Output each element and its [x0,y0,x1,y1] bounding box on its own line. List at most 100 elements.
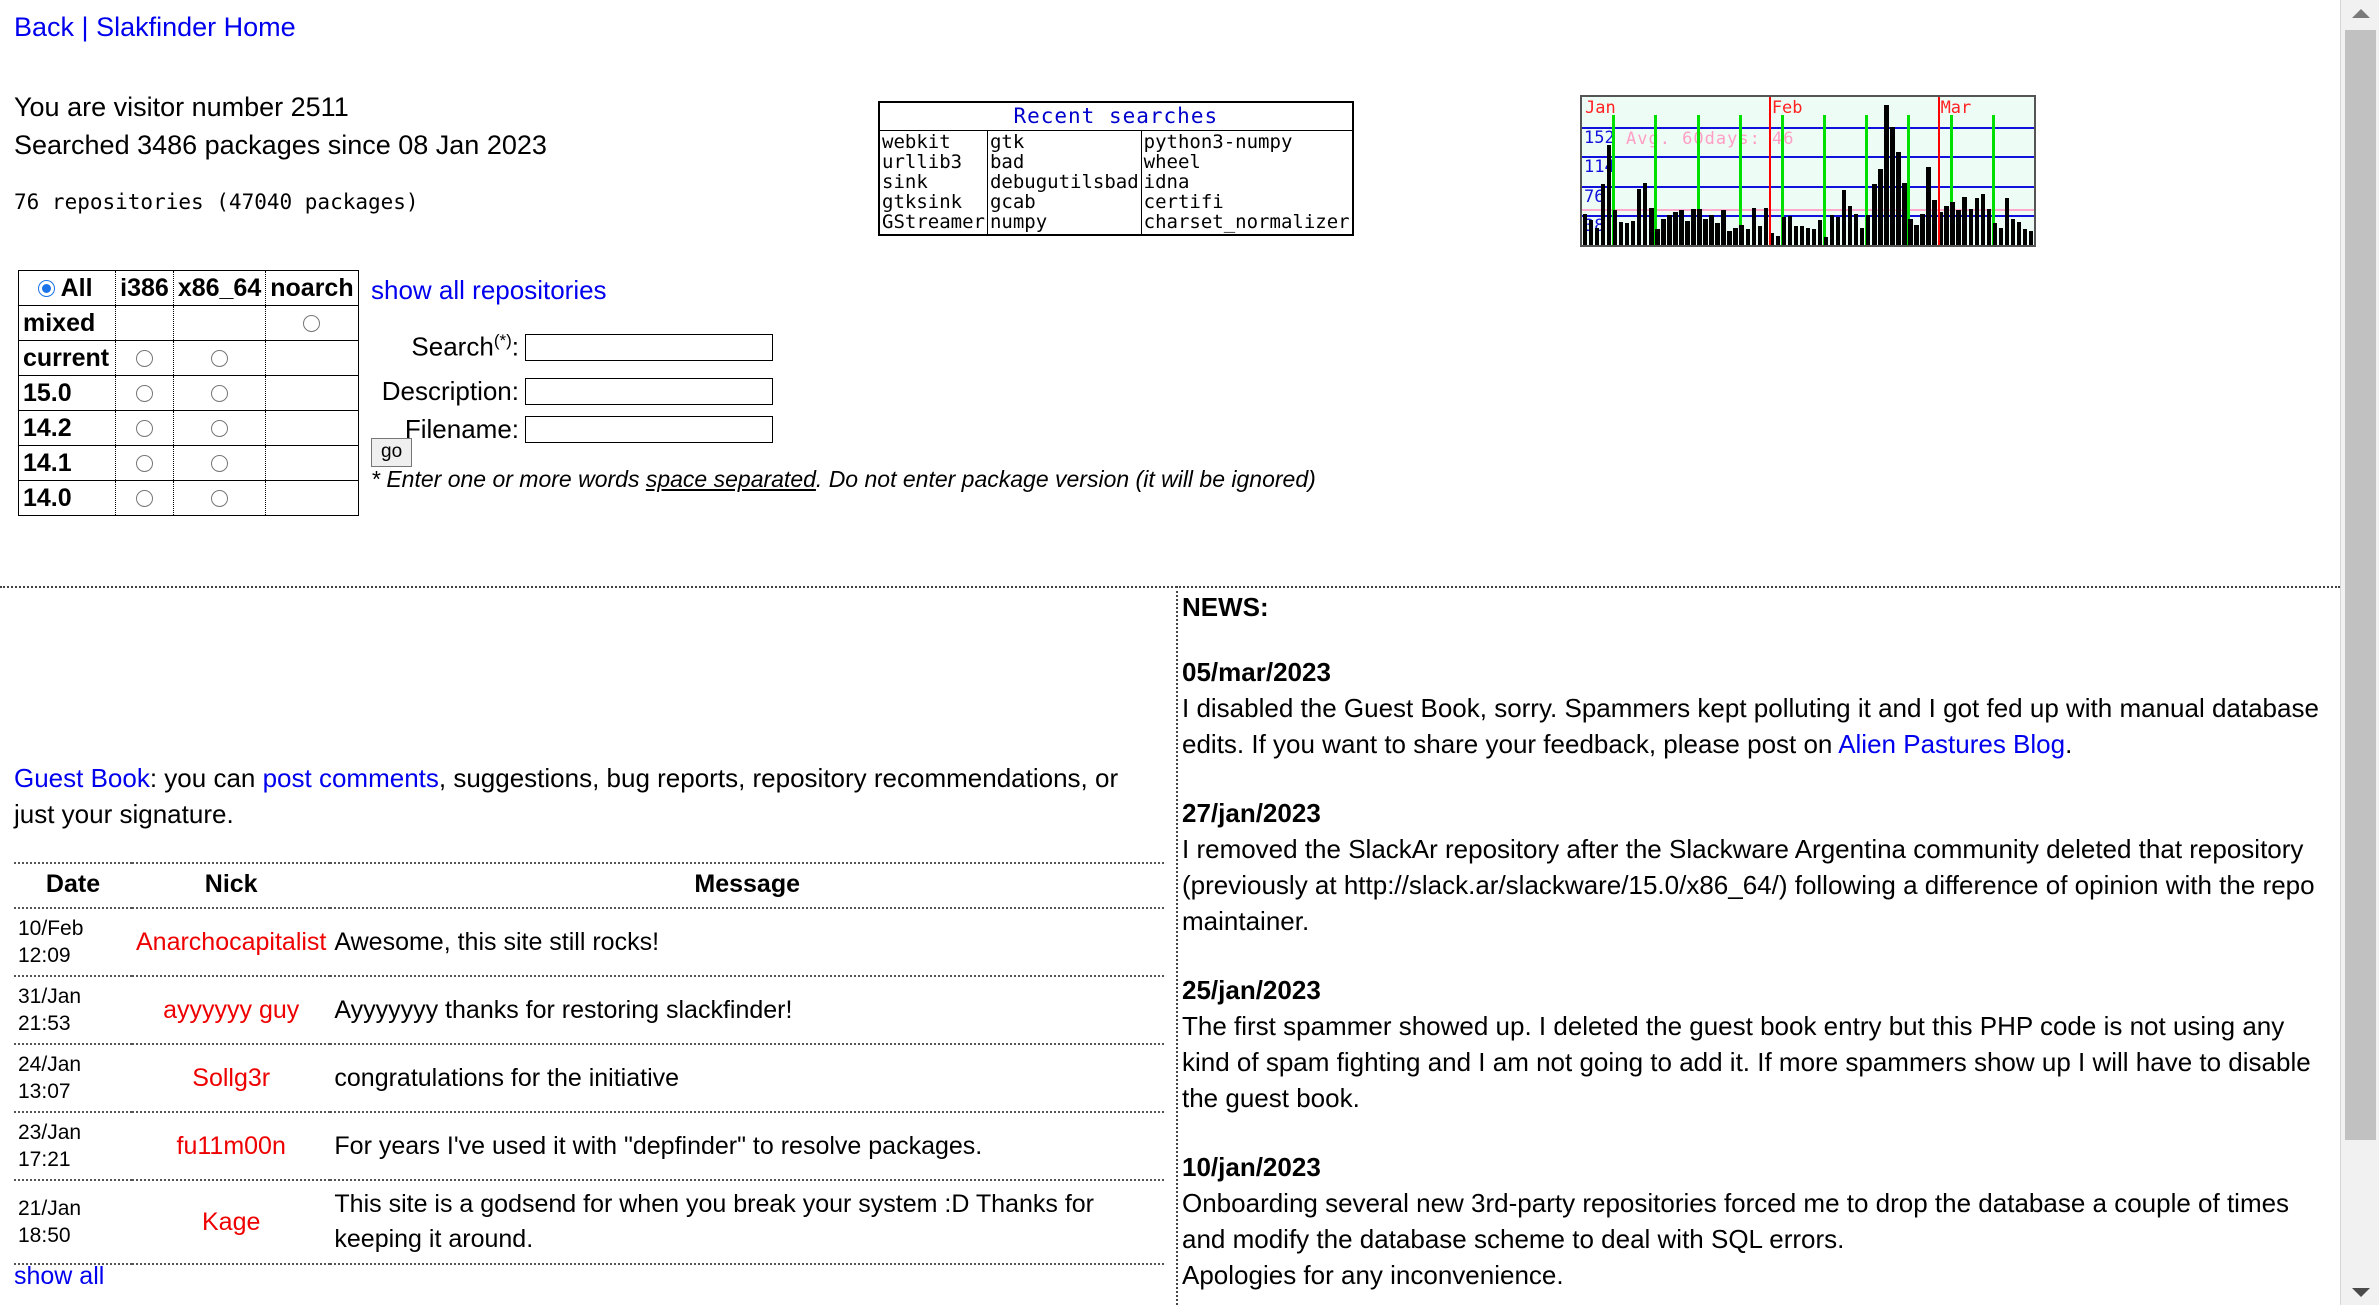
news-body: The first spammer showed up. I deleted t… [1182,1011,2311,1113]
arch-cell-14-2-x86_64[interactable] [172,410,267,446]
arch-cell-14-0-noarch [265,480,359,516]
arch-cell-current-i386[interactable] [115,340,174,376]
guest-book-show-all-link[interactable]: show all [14,1262,104,1291]
arch-all-cell[interactable]: All [17,270,117,306]
radio-all[interactable] [37,280,55,298]
guest-book-date: 31/Jan 21:53 [14,976,132,1045]
post-comments-link[interactable]: post comments [263,763,439,793]
radio-14-1-x86_64[interactable] [211,455,229,473]
recent-search-item[interactable]: GStreamer [882,212,985,232]
scroll-down-arrow-icon[interactable] [2341,1279,2379,1305]
chart-bar [2016,221,2022,245]
chart-bar [1667,215,1672,245]
chart-bar [1866,215,1871,245]
arch-col-i386: i386 [115,270,174,306]
news-body-tail: . [2065,729,2073,759]
table-row: 31/Jan 21:53 ayyyyyy guy Ayyyyyyy thanks … [14,976,1164,1045]
radio-14-2-i386[interactable] [135,420,153,438]
recent-search-item[interactable]: numpy [990,212,1139,232]
recent-search-item[interactable]: bad [990,152,1139,172]
chart-bar [1811,229,1817,245]
page-scrollbar[interactable] [2340,0,2379,1305]
arch-row-label-current: current [17,340,117,376]
recent-search-item[interactable]: urllib3 [882,152,985,172]
radio-15-0-x86_64[interactable] [211,385,229,403]
slakfinder-home-link[interactable]: Slakfinder Home [96,12,296,42]
chart-bar [1950,202,1955,245]
news-body: I removed the SlackAr repository after t… [1182,834,2315,936]
show-all-repositories-link[interactable]: show all repositories [371,275,607,306]
radio-mixed-noarch[interactable] [303,315,321,333]
guest-book-col-nick: Nick [132,862,331,909]
chart-bar [2010,218,2016,245]
alien-pastures-blog-link[interactable]: Alien Pastures Blog [1838,729,2065,759]
recent-search-item[interactable]: webkit [882,132,985,152]
chart-bar [1860,227,1865,245]
chart-bar [1637,188,1642,245]
search-label-text: Search [411,331,494,362]
arch-cell-14-1-i386[interactable] [115,445,174,481]
guest-book-date-day: 21/Jan [18,1197,82,1220]
go-button[interactable]: go [371,438,413,467]
recent-search-item[interactable]: idna [1144,172,1350,192]
search-label-colon: : [511,331,519,362]
footnote-underlined: space separated [645,466,816,492]
arch-cell-14-2-noarch [265,410,359,446]
arch-cell-14-2-i386[interactable] [115,410,174,446]
guest-book-message: Ayyyyyyy thanks for restoring slackfinde… [330,976,1164,1045]
chart-bar [1932,199,1937,245]
arch-cell-15-0-x86_64[interactable] [172,375,267,411]
recent-search-item[interactable]: gtk [990,132,1139,152]
arch-cell-mixed-noarch[interactable] [265,305,359,341]
chart-bar [1896,151,1901,245]
chart-bar [1841,190,1847,245]
recent-search-item[interactable]: wheel [1144,152,1350,172]
radio-14-0-x86_64[interactable] [211,490,229,508]
search-input[interactable] [525,333,773,361]
chart-bar [1691,209,1696,245]
chart-month-marker [1937,97,1940,245]
arch-cell-14-0-x86_64[interactable] [172,480,267,516]
scroll-up-arrow-icon[interactable] [2341,0,2379,26]
chart-bar [1872,184,1877,245]
recent-search-item[interactable]: gcab [990,192,1139,212]
recent-searches-column: python3-numpy wheel idna certifi charset… [1141,131,1352,236]
radio-current-x86_64[interactable] [211,350,229,368]
vertical-divider [1176,586,1178,1305]
page-root: Back | Slakfinder Home You are visitor n… [0,0,2340,1305]
chart-bar [1739,224,1744,245]
radio-14-1-i386[interactable] [135,455,153,473]
back-link[interactable]: Back [14,12,74,42]
scrollbar-thumb[interactable] [2345,30,2376,1140]
guest-book-link[interactable]: Guest Book [14,763,150,793]
recent-search-item[interactable]: python3-numpy [1144,132,1350,152]
table-row: 14.1 [17,445,359,481]
news-date: 25/jan/2023 [1182,975,1321,1005]
search-label: Search(*): [371,331,525,363]
news-body: I disabled the Guest Book, sorry. Spamme… [1182,690,2322,762]
recent-search-item[interactable]: charset_normalizer [1144,212,1350,232]
recent-search-item[interactable]: debugutilsbad [990,172,1139,192]
recent-search-item[interactable]: certifi [1144,192,1350,212]
guest-book-nick: ayyyyyy guy [132,976,331,1045]
arch-cell-14-0-i386[interactable] [115,480,174,516]
table-row: 14.2 [17,410,359,446]
arch-cell-14-1-x86_64[interactable] [172,445,267,481]
chart-bar [1974,198,1979,245]
description-input[interactable] [525,377,773,405]
chart-bar [1847,206,1853,245]
arch-cell-15-0-i386[interactable] [115,375,174,411]
arch-cell-current-x86_64[interactable] [172,340,267,376]
recent-search-item[interactable]: gtksink [882,192,985,212]
radio-15-0-i386[interactable] [135,385,153,403]
radio-14-2-x86_64[interactable] [211,420,229,438]
architecture-selection-table[interactable]: All i386 x86_64 noarch mixed current 15.… [17,270,359,516]
radio-14-0-i386[interactable] [135,490,153,508]
recent-search-item[interactable]: sink [882,172,985,192]
radio-current-i386[interactable] [135,350,153,368]
description-field-row: Description: [371,374,773,408]
filename-input[interactable] [525,415,773,443]
arch-cell-15-0-noarch [265,375,359,411]
guest-book-table: Date Nick Message 10/Feb 12:09 Anarchocap… [14,862,1164,1265]
guest-book-message: Awesome, this site still rocks! [330,908,1164,977]
